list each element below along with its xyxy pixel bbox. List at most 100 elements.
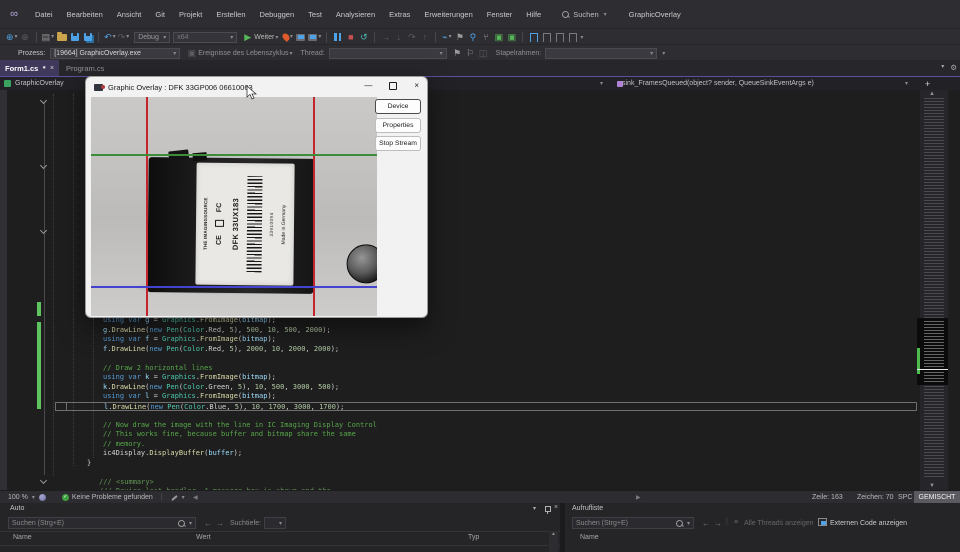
panel-splitter[interactable] [560, 503, 565, 552]
autos-col-type[interactable]: Typ [468, 534, 479, 541]
thread-select[interactable]: ▾ [329, 48, 447, 59]
menu-item-debuggen[interactable]: Debuggen [253, 10, 302, 19]
breadcrumb-project[interactable]: GraphicOverlay [15, 80, 64, 87]
search-button[interactable]: Suchen ▾ [562, 10, 606, 19]
menu-item-analysieren[interactable]: Analysieren [329, 10, 382, 19]
problems-indicator[interactable]: ✓ Keine Probleme gefunden [62, 494, 153, 501]
collapse-chevron-icon[interactable] [40, 478, 47, 485]
code-line[interactable]: f.DrawLine(new Pen(Color.Red, 5), 2000, … [55, 345, 917, 355]
scroll-up-icon[interactable]: ▲ [929, 91, 935, 97]
close-icon[interactable]: × [414, 81, 419, 90]
search-forward-icon[interactable]: → [714, 519, 722, 528]
callstack-col-name[interactable]: Name [580, 534, 599, 541]
code-line[interactable] [55, 411, 917, 421]
minimize-icon[interactable]: — [364, 81, 372, 90]
split-window-button[interactable]: + [925, 79, 930, 89]
code-line[interactable]: using var f = Graphics.FromImage(bitmap)… [55, 335, 917, 345]
menu-item-hilfe[interactable]: Hilfe [519, 10, 548, 19]
new-project-button[interactable]: ▤▾ [42, 31, 55, 43]
continue-label[interactable]: Weiter [254, 34, 274, 41]
window-position-dropdown-icon[interactable]: ▾ [533, 505, 536, 512]
continue-button[interactable]: ▶ [242, 31, 253, 43]
autos-scrollbar[interactable]: ▲ [549, 531, 558, 552]
code-line[interactable]: using var k = Graphics.FromImage(bitmap)… [55, 373, 917, 383]
navigate-back-button[interactable]: ⊕▾ [6, 31, 18, 43]
lifecycle-events-button[interactable]: Ereignisse des Lebenszyklus [198, 50, 288, 57]
edit-tracking-button[interactable]: ▾ [171, 494, 185, 501]
pause-button[interactable] [332, 31, 343, 43]
spaces-indicator[interactable]: SPC [898, 494, 912, 501]
code-line[interactable]: } [55, 459, 917, 469]
restart-button[interactable]: ↺ [358, 31, 369, 43]
show-all-threads-button[interactable]: Alle Threads anzeigen [744, 520, 814, 527]
bookmark-clear-button[interactable] [567, 31, 578, 43]
app-window-button[interactable] [295, 31, 306, 43]
column-indicator[interactable]: Zeichen: 70 [857, 494, 894, 501]
step-out-button[interactable]: ↑ [419, 31, 430, 43]
collapse-chevron-icon[interactable] [40, 163, 47, 170]
debugbar-overflow-button[interactable]: ▾ [662, 50, 665, 57]
code-line[interactable]: ic4Display.DisplayBuffer(buffer); [55, 449, 917, 459]
menu-item-projekt[interactable]: Projekt [172, 10, 209, 19]
collapse-chevron-icon[interactable] [40, 228, 47, 235]
menu-item-bearbeiten[interactable]: Bearbeiten [60, 10, 110, 19]
line-indicator[interactable]: Zeile: 163 [812, 494, 843, 501]
tab-program[interactable]: Program.cs [58, 60, 112, 76]
chevron-down-icon[interactable]: ▾ [290, 50, 293, 57]
code-line[interactable]: // memory. [55, 440, 917, 450]
close-icon[interactable]: × [50, 65, 54, 72]
gear-icon[interactable]: ⚙ [950, 63, 957, 72]
collapse-chevron-icon[interactable] [40, 98, 47, 105]
line-annotations-button[interactable]: ⚑ [454, 31, 465, 43]
call-hierarchy-button[interactable]: ⑂ [480, 31, 491, 43]
callstack-panel-title[interactable]: Aufrufliste [572, 505, 603, 512]
minimap-viewport[interactable] [917, 318, 948, 385]
maximize-icon[interactable] [389, 82, 397, 90]
device-button[interactable]: Device [375, 99, 421, 114]
fold-region-box[interactable] [55, 402, 67, 411]
undo-button[interactable]: ↶▾ [104, 31, 116, 43]
code-line[interactable]: k.DrawLine(new Pen(Color.Green, 5), 10, … [55, 383, 917, 393]
app-window-dropdown[interactable]: ▾ [308, 31, 321, 43]
scroll-left-icon[interactable]: ◀ [193, 494, 198, 501]
stop-stream-button[interactable]: Stop Stream [375, 136, 421, 151]
uncomment-button[interactable]: ▣ [506, 31, 517, 43]
bookmark-toggle-button[interactable] [528, 31, 539, 43]
show-external-code-button[interactable]: Externen Code anzeigen [830, 520, 907, 527]
autos-col-name[interactable]: Name [13, 534, 32, 541]
code-line[interactable]: // Now draw the image with the line in I… [55, 421, 917, 431]
menu-item-erweiterungen[interactable]: Erweiterungen [417, 10, 479, 19]
flagged-only-icon[interactable]: ⚐ [465, 47, 476, 59]
find-in-code-button[interactable]: ⌁▾ [441, 31, 452, 43]
code-line[interactable]: // This works fine, because buffer and b… [55, 430, 917, 440]
bookmark-prev-button[interactable] [541, 31, 552, 43]
comment-button[interactable]: ▣ [493, 31, 504, 43]
graphic-overlay-window[interactable]: Graphic Overlay : DFK 33GP006 06610063 —… [85, 76, 428, 318]
menu-item-extras[interactable]: Extras [382, 10, 417, 19]
search-forward-icon[interactable]: → [216, 519, 224, 528]
redo-button[interactable]: ↷▾ [118, 31, 130, 43]
code-line[interactable]: // Draw 2 horizontal lines [55, 364, 917, 374]
step-into-button[interactable]: ↓ [393, 31, 404, 43]
zoom-select[interactable]: 100 %▾ [8, 494, 35, 501]
tab-list-dropdown-icon[interactable]: ▾ [941, 63, 944, 72]
code-line[interactable]: using var l = Graphics.FromImage(bitmap)… [55, 392, 917, 402]
flag-threads-icon[interactable]: ⚑ [452, 47, 463, 59]
open-folder-button[interactable] [56, 31, 67, 43]
autos-panel-title[interactable]: Auto [10, 505, 24, 512]
feedback-icon[interactable] [39, 494, 46, 501]
code-line[interactable] [55, 468, 917, 478]
show-next-statement-button[interactable]: → [380, 31, 391, 43]
save-all-button[interactable] [82, 31, 93, 43]
step-over-button[interactable]: ↷ [406, 31, 417, 43]
hot-reload-button[interactable]: ▾ [282, 31, 293, 43]
breadcrumb-member[interactable]: sink_FramesQueued(object? sender, QueueS… [622, 80, 814, 87]
scroll-right-icon[interactable]: ▶ [636, 494, 641, 501]
navigate-to-button[interactable]: ⚲ [467, 31, 478, 43]
code-lines[interactable]: using var g = Graphics.FromImage(bitmap)… [55, 316, 917, 490]
search-depth-select[interactable]: ▾ [264, 517, 286, 529]
chevron-down-icon[interactable]: ▾ [600, 80, 603, 87]
search-back-icon[interactable]: ← [702, 519, 710, 528]
bookmark-next-button[interactable] [554, 31, 565, 43]
code-line[interactable] [55, 354, 917, 364]
